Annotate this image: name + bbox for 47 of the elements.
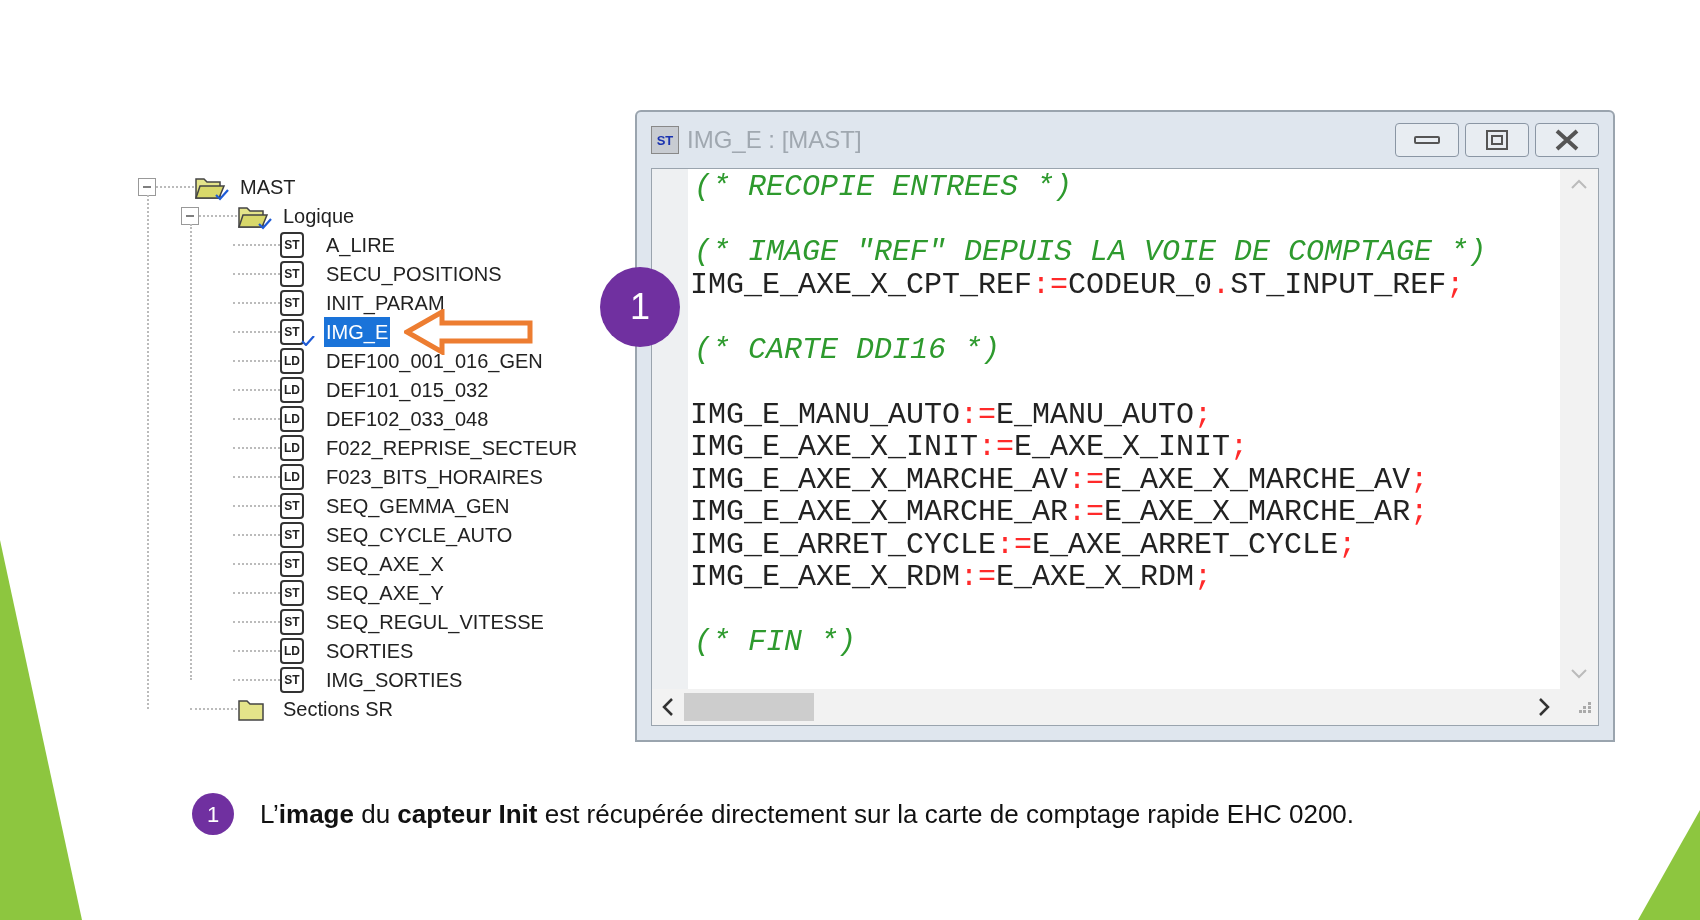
tree-item[interactable]: SEQ_CYCLE_AUTO (324, 519, 515, 550)
resize-grip-icon[interactable] (1578, 700, 1592, 714)
code-line: IMG_E_AXE_X_MARCHE_AV:=E_AXE_X_MARCHE_AV; (690, 463, 1429, 496)
scrollbar-thumb[interactable] (684, 693, 814, 721)
maximize-icon (1486, 130, 1508, 150)
collapse-toggle[interactable] (138, 177, 156, 196)
callout-badge: 1 (600, 267, 680, 347)
scroll-left-icon[interactable] (662, 698, 674, 716)
code-line: IMG_E_AXE_X_INIT:=E_AXE_X_INIT; (690, 431, 1249, 464)
tree-item[interactable]: Logique (281, 200, 357, 231)
scroll-right-icon[interactable] (1538, 698, 1550, 716)
tree-item[interactable]: DEF101_015_032 (324, 374, 491, 405)
tree-item[interactable]: MAST (238, 171, 298, 202)
code-line: IMG_E_AXE_X_MARCHE_AR:=E_AXE_X_MARCHE_AR; (690, 496, 1429, 529)
maximize-button[interactable] (1465, 123, 1529, 157)
window-icon: ST (651, 126, 679, 154)
code-comment: (* CARTE DDI16 *) (693, 333, 1001, 366)
code-comment: (* RECOPIE ENTREES *) (693, 171, 1073, 204)
tree-item[interactable]: IMG_E (324, 316, 391, 347)
tree-item[interactable]: SEQ_GEMMA_GEN (324, 490, 512, 521)
minimize-button[interactable] (1395, 123, 1459, 157)
code-line: IMG_E_MANU_AUTO:=E_MANU_AUTO; (690, 398, 1213, 431)
tree-item[interactable]: SECU_POSITIONS (324, 258, 504, 289)
code-line: IMG_E_AXE_X_CPT_REF:=CODEUR_0.ST_INPUT_REF; (690, 268, 1465, 301)
tree-item[interactable]: A_LIRE (324, 229, 397, 260)
tree-item[interactable]: SEQ_AXE_X (324, 548, 446, 579)
tree-item[interactable]: F023_BITS_HORAIRES (324, 461, 545, 492)
minimize-icon (1414, 135, 1440, 145)
tree-item[interactable]: INIT_PARAM (324, 287, 447, 318)
window-title: IMG_E : [MAST] (687, 125, 862, 155)
tree-item[interactable]: DEF102_033_048 (324, 403, 491, 434)
tree-item[interactable]: F022_REPRISE_SECTEUR (324, 432, 580, 463)
tree-item[interactable]: SEQ_AXE_Y (324, 577, 446, 608)
collapse-toggle[interactable] (181, 206, 199, 225)
tree-item[interactable]: SORTIES (324, 635, 416, 666)
code-line: IMG_E_ARRET_CYCLE:=E_AXE_ARRET_CYCLE; (690, 528, 1357, 561)
tree-item[interactable]: IMG_SORTIES (324, 664, 465, 695)
tree-item[interactable]: SEQ_REGUL_VITESSE (324, 606, 546, 637)
close-icon (1554, 129, 1580, 151)
tree-item[interactable]: DEF100_001_016_GEN (324, 345, 545, 376)
close-button[interactable] (1535, 123, 1599, 157)
code-line: IMG_E_AXE_X_RDM:=E_AXE_X_RDM; (690, 561, 1213, 594)
note-badge: 1 (192, 793, 234, 835)
tree-item[interactable]: Sections SR (281, 693, 396, 724)
code-comment: (* FIN *) (693, 626, 857, 659)
note-text: L’image du capteur Init est récupérée directement sur la carte de comptage rapide EHC 0200. (260, 797, 1355, 831)
code-comment: (* IMAGE "REF" DEPUIS LA VOIE DE COMPTAGE *) (693, 236, 1487, 269)
